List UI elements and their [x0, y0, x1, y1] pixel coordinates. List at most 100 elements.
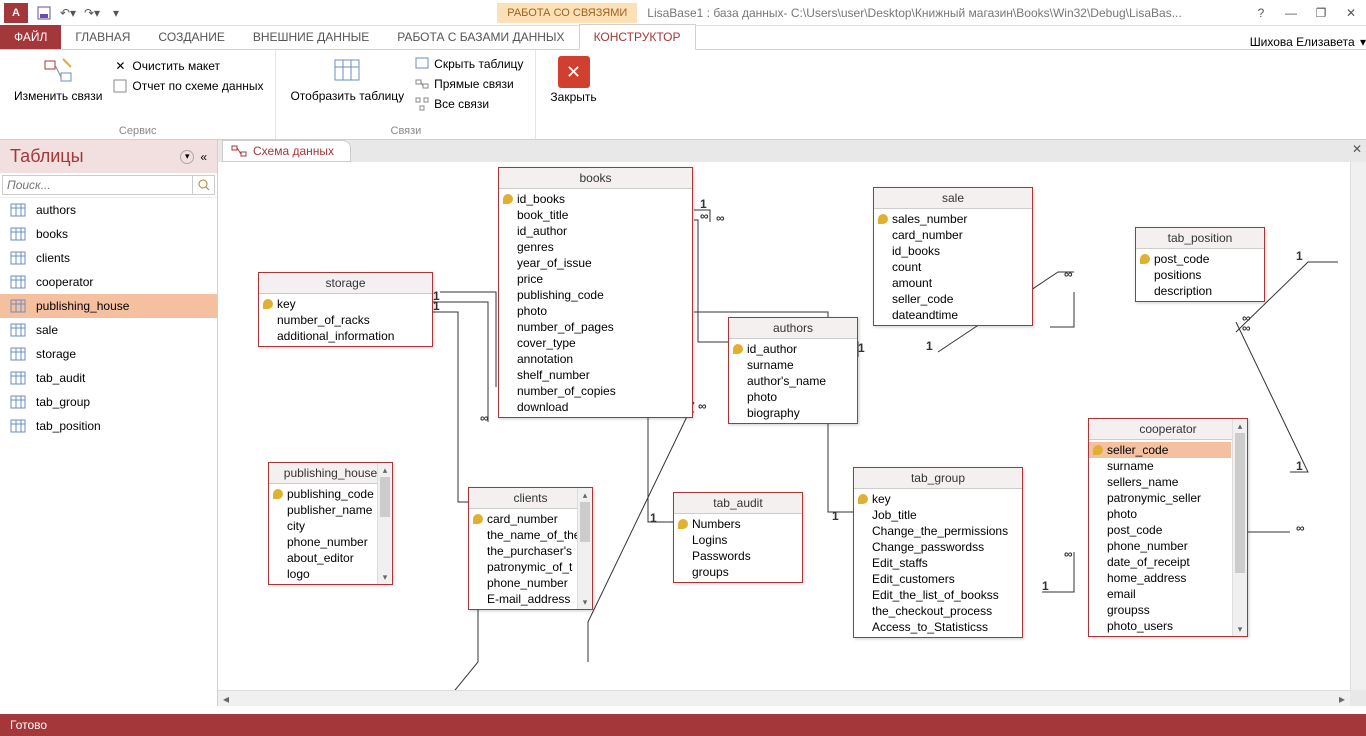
show-table-button[interactable]: Отобразить таблицу	[284, 52, 410, 120]
schema-table-authors[interactable]: authors id_authorsurnameauthor's_namepho…	[728, 317, 858, 424]
field-Numbers[interactable]: Numbers	[674, 516, 802, 532]
field-id_books[interactable]: id_books	[874, 243, 1032, 259]
table-scrollbar[interactable]: ▴▾	[1232, 419, 1247, 636]
field-home_address[interactable]: home_address	[1089, 570, 1231, 586]
nav-item-authors[interactable]: authors	[0, 198, 217, 222]
field-description[interactable]: description	[1136, 283, 1264, 299]
field-count[interactable]: count	[874, 259, 1032, 275]
field-Edit_the_list_of_bookss[interactable]: Edit_the_list_of_bookss	[854, 587, 1022, 603]
field-phone_number[interactable]: phone_number	[269, 534, 376, 550]
nav-item-books[interactable]: books	[0, 222, 217, 246]
field-Edit_staffs[interactable]: Edit_staffs	[854, 555, 1022, 571]
document-tab[interactable]: Схема данных	[222, 140, 351, 162]
clear-layout-button[interactable]: ✕Очистить макет	[108, 56, 267, 76]
field-author's_name[interactable]: author's_name	[729, 373, 857, 389]
collapse-nav-icon[interactable]: «	[200, 150, 207, 164]
field-publishing_code[interactable]: publishing_code	[499, 287, 692, 303]
nav-item-cooperator[interactable]: cooperator	[0, 270, 217, 294]
field-E-mail_address[interactable]: E-mail_address	[469, 591, 576, 607]
field-card_number[interactable]: card_number	[874, 227, 1032, 243]
nav-item-sale[interactable]: sale	[0, 318, 217, 342]
field-about_editor[interactable]: about_editor	[269, 550, 376, 566]
field-genres[interactable]: genres	[499, 239, 692, 255]
field-sellers_name[interactable]: sellers_name	[1089, 474, 1231, 490]
close-button[interactable]: ✕ Закрыть	[544, 52, 602, 108]
field-additional_information[interactable]: additional_information	[259, 328, 432, 344]
schema-table-publishing-house[interactable]: publishing_house publishing_codepublishe…	[268, 462, 393, 585]
vertical-scrollbar[interactable]	[1350, 162, 1366, 690]
user-area[interactable]: Шихова Елизавета ▾	[1250, 35, 1366, 49]
tab-create[interactable]: СОЗДАНИЕ	[144, 25, 238, 49]
search-input[interactable]	[2, 175, 193, 195]
field-logo[interactable]: logo	[269, 566, 376, 582]
field-photo[interactable]: photo	[499, 303, 692, 319]
field-photo_users[interactable]: photo_users	[1089, 618, 1231, 634]
field-email[interactable]: email	[1089, 586, 1231, 602]
tab-file[interactable]: ФАЙЛ	[0, 25, 61, 49]
field-publisher_name[interactable]: publisher_name	[269, 502, 376, 518]
field-publishing_code[interactable]: publishing_code	[269, 486, 376, 502]
field-key[interactable]: key	[854, 491, 1022, 507]
minimize-button[interactable]: —	[1276, 0, 1306, 26]
schema-table-storage[interactable]: storage keynumber_of_racksadditional_inf…	[258, 272, 433, 347]
field-Access_to_Statisticss[interactable]: Access_to_Statisticss	[854, 619, 1022, 635]
field-Passwords[interactable]: Passwords	[674, 548, 802, 564]
field-biography[interactable]: biography	[729, 405, 857, 421]
field-annotation[interactable]: annotation	[499, 351, 692, 367]
field-number_of_racks[interactable]: number_of_racks	[259, 312, 432, 328]
help-icon[interactable]: ?	[1246, 0, 1276, 26]
field-Change_passwordss[interactable]: Change_passwordss	[854, 539, 1022, 555]
field-Change_the_permissions[interactable]: Change_the_permissions	[854, 523, 1022, 539]
schema-table-tab-position[interactable]: tab_position post_codepositionsdescripti…	[1135, 227, 1265, 302]
field-positions[interactable]: positions	[1136, 267, 1264, 283]
field-the_name_of_the[interactable]: the_name_of_the	[469, 527, 576, 543]
table-scrollbar[interactable]: ▴▾	[577, 488, 592, 609]
schema-table-tab-audit[interactable]: tab_audit NumbersLoginsPasswordsgroups	[673, 492, 803, 583]
field-phone_number[interactable]: phone_number	[1089, 538, 1231, 554]
field-card_number[interactable]: card_number	[469, 511, 576, 527]
field-Edit_customers[interactable]: Edit_customers	[854, 571, 1022, 587]
nav-item-tab_audit[interactable]: tab_audit	[0, 366, 217, 390]
field-photo[interactable]: photo	[729, 389, 857, 405]
nav-item-publishing_house[interactable]: publishing_house	[0, 294, 217, 318]
field-patronymic_of_t[interactable]: patronymic_of_t	[469, 559, 576, 575]
close-document-icon[interactable]: ✕	[1350, 142, 1364, 156]
field-date_of_receipt[interactable]: date_of_receipt	[1089, 554, 1231, 570]
schema-table-tab-group[interactable]: tab_group keyJob_titleChange_the_permiss…	[853, 467, 1023, 638]
tab-database-tools[interactable]: РАБОТА С БАЗАМИ ДАННЫХ	[383, 25, 578, 49]
field-Logins[interactable]: Logins	[674, 532, 802, 548]
field-photo[interactable]: photo	[1089, 506, 1231, 522]
schema-table-cooperator[interactable]: cooperator seller_codesurnamesellers_nam…	[1088, 418, 1248, 637]
field-id_books[interactable]: id_books	[499, 191, 692, 207]
field-price[interactable]: price	[499, 271, 692, 287]
field-number_of_pages[interactable]: number_of_pages	[499, 319, 692, 335]
field-phone_number[interactable]: phone_number	[469, 575, 576, 591]
field-seller_code[interactable]: seller_code	[1089, 442, 1231, 458]
field-surname[interactable]: surname	[1089, 458, 1231, 474]
nav-item-clients[interactable]: clients	[0, 246, 217, 270]
field-id_author[interactable]: id_author	[499, 223, 692, 239]
edit-relationships-button[interactable]: Изменить связи	[8, 52, 108, 120]
field-post_code[interactable]: post_code	[1136, 251, 1264, 267]
field-groupss[interactable]: groupss	[1089, 602, 1231, 618]
field-the_checkout_process[interactable]: the_checkout_process	[854, 603, 1022, 619]
nav-menu-icon[interactable]: ▾	[180, 150, 194, 164]
schema-table-books[interactable]: books id_booksbook_titleid_authorgenresy…	[498, 167, 693, 418]
nav-header[interactable]: Таблицы ▾«	[0, 140, 217, 173]
schema-table-clients[interactable]: clients card_numberthe_name_of_thethe_pu…	[468, 487, 593, 610]
schema-table-sale[interactable]: sale sales_numbercard_numberid_bookscoun…	[873, 187, 1033, 326]
tab-external-data[interactable]: ВНЕШНИЕ ДАННЫЕ	[239, 25, 383, 49]
field-the_purchaser's[interactable]: the_purchaser's	[469, 543, 576, 559]
relationships-canvas[interactable]: 1∞ 1∞ 1∞ 1∞ 1∞ 1∞ 1∞ 1∞ 1∞ 1∞ ∞∞ storage…	[218, 162, 1350, 690]
redo-icon[interactable]: ↷▾	[83, 4, 101, 22]
nav-item-tab_position[interactable]: tab_position	[0, 414, 217, 438]
restore-button[interactable]: ❐	[1306, 0, 1336, 26]
table-scrollbar[interactable]: ▴▾	[377, 463, 392, 584]
save-icon[interactable]	[35, 4, 53, 22]
field-amount[interactable]: amount	[874, 275, 1032, 291]
field-seller_code[interactable]: seller_code	[874, 291, 1032, 307]
field-key[interactable]: key	[259, 296, 432, 312]
close-window-button[interactable]: ✕	[1336, 0, 1366, 26]
nav-item-storage[interactable]: storage	[0, 342, 217, 366]
horizontal-scrollbar[interactable]: ◂▸	[218, 690, 1350, 706]
